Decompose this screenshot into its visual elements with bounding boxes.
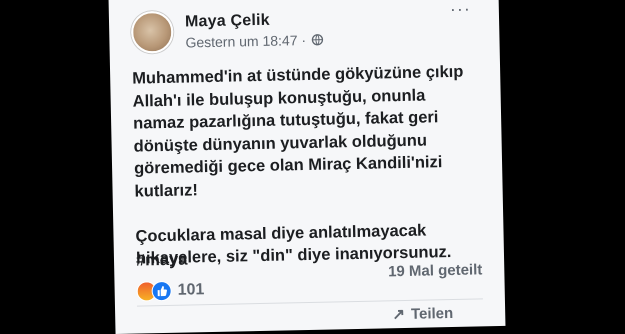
author-name[interactable]: Maya Çelik [185, 10, 323, 31]
share-icon: ↗ [392, 305, 406, 324]
hashtag-link[interactable]: #maya [136, 251, 188, 271]
share-button[interactable]: ↗ Teilen [392, 304, 453, 323]
post-card: Maya Çelik Gestern um 18:47 · ··· Muhamm… [108, 0, 506, 334]
post-header: Maya Çelik Gestern um 18:47 · [130, 8, 323, 54]
post-meta: Maya Çelik Gestern um 18:47 · [185, 10, 323, 50]
share-count[interactable]: 19 Mal geteilt [388, 261, 483, 280]
timestamp[interactable]: Gestern um 18:47 · [185, 31, 306, 50]
timestamp-row: Gestern um 18:47 · [185, 31, 323, 50]
reaction-count: 101 [177, 281, 205, 299]
reactions-summary[interactable]: 101 [136, 280, 205, 302]
post-text: Muhammed'in at üstünde gökyüzüne çıkıp A… [132, 62, 464, 268]
more-options-icon[interactable]: ··· [450, 0, 471, 20]
like-icon [151, 280, 172, 302]
avatar[interactable] [130, 10, 174, 54]
globe-icon [311, 33, 323, 45]
share-label: Teilen [410, 304, 454, 323]
